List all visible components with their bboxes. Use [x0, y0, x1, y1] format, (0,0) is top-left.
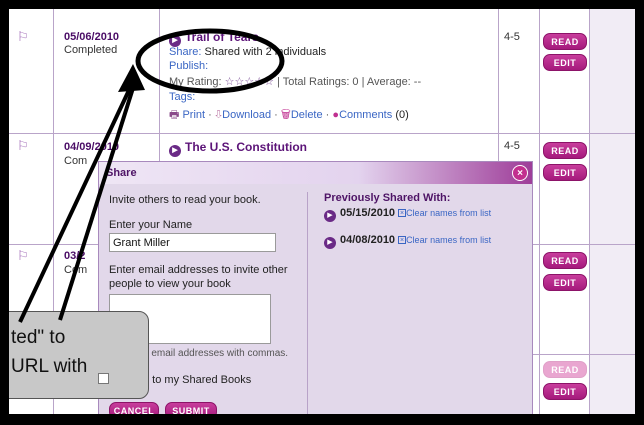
shared-date: 05/15/2010: [340, 207, 396, 219]
play-icon: ▶: [169, 145, 181, 157]
rating-line: My Rating: ☆☆☆☆☆ | Total Ratings: 0 | Av…: [169, 75, 421, 88]
row-status: Com: [64, 264, 88, 276]
dialog-divider: [307, 192, 308, 414]
row-status: Completed: [64, 44, 118, 56]
books-table: ⚐ 05/06/2010 Completed 4-5 ▶ Trail of Tea…: [9, 9, 635, 414]
share-line: Share: Shared with 2 individuals: [169, 46, 326, 58]
play-icon[interactable]: ▶: [324, 237, 336, 249]
star-rating-icons[interactable]: ☆☆☆☆☆: [225, 76, 274, 88]
share-dialog: Share × Invite others to read your book.…: [98, 161, 533, 414]
shared-date: 04/08/2010: [340, 234, 396, 246]
annotation-callout: ted" to URL with: [9, 311, 149, 399]
row-divider: [9, 133, 635, 134]
read-button[interactable]: READ: [543, 361, 587, 378]
comments-link[interactable]: ●Comments: [332, 109, 392, 121]
submit-button[interactable]: SUBMIT: [165, 402, 217, 414]
row-date: 05/06/2010: [64, 31, 120, 43]
comments-count: (0): [395, 109, 409, 121]
previously-shared-title: Previously Shared With:: [324, 192, 451, 204]
row-grade: 4-5: [504, 140, 520, 152]
row-date: 03/2: [64, 250, 86, 262]
email-label-line2: people to view your book: [109, 278, 231, 290]
cancel-button[interactable]: CANCEL: [109, 402, 159, 414]
printer-icon: 🖶: [169, 109, 180, 121]
rating-summary: | Total Ratings: 0 | Average: --: [277, 76, 422, 88]
play-icon[interactable]: ▶: [324, 210, 336, 222]
clear-icon: ×: [398, 209, 407, 217]
delete-link[interactable]: 🗑Delete: [281, 109, 323, 121]
edit-button[interactable]: EDIT: [543, 164, 587, 181]
shared-entry: ▶ 04/08/2010 × Clear names from list: [324, 234, 491, 249]
edit-button[interactable]: EDIT: [543, 383, 587, 400]
print-link[interactable]: 🖶 Print: [169, 109, 205, 121]
add-to-shared-checkbox[interactable]: [98, 373, 109, 384]
flag-icon[interactable]: ⚐: [17, 30, 31, 43]
callout-line: URL with: [11, 356, 88, 377]
read-button[interactable]: READ: [543, 252, 587, 269]
invite-text: Invite others to read your book.: [109, 194, 261, 206]
name-label: Enter your Name: [109, 219, 193, 231]
email-label: Enter email addresses to invite other: [109, 264, 288, 276]
read-button[interactable]: READ: [543, 33, 587, 50]
edit-button[interactable]: EDIT: [543, 54, 587, 71]
dialog-header: Share ×: [99, 162, 532, 184]
share-link[interactable]: Share:: [169, 46, 201, 58]
edit-button[interactable]: EDIT: [543, 274, 587, 291]
row-date: 04/09/2010: [64, 141, 120, 153]
row-grade: 4-5: [504, 31, 520, 43]
callout-line: ted" to: [11, 327, 66, 348]
row-status: Com: [64, 155, 88, 167]
read-button[interactable]: READ: [543, 142, 587, 159]
row-actions: 🖶 Print · ⇩Download · 🗑Delete · ●Comment…: [169, 109, 409, 121]
clear-names-link[interactable]: Clear names from list: [406, 235, 491, 245]
dialog-title: Share: [106, 167, 137, 179]
rating-label: My Rating:: [169, 76, 222, 88]
name-input[interactable]: [109, 233, 276, 252]
clear-names-link[interactable]: Clear names from list: [406, 208, 491, 218]
trash-icon: 🗑: [280, 109, 291, 121]
add-to-shared-label: d to my Shared Books: [143, 374, 252, 386]
share-value: Shared with 2 individuals: [204, 46, 327, 58]
close-icon[interactable]: ×: [512, 165, 528, 181]
email-hint: e email addresses with commas.: [143, 348, 289, 359]
download-link[interactable]: ⇩Download: [215, 109, 271, 121]
publish-link[interactable]: Publish:: [169, 60, 208, 72]
flag-icon[interactable]: ⚐: [17, 139, 31, 152]
shared-entry: ▶ 05/15/2010 × Clear names from list: [324, 207, 491, 222]
tags-link[interactable]: Tags:: [169, 91, 195, 103]
flag-icon[interactable]: ⚐: [17, 249, 31, 262]
book-title-link[interactable]: ▶ Trail of Tears: [169, 30, 259, 47]
book-title-link[interactable]: ▶ The U.S. Constitution: [169, 140, 307, 157]
clear-icon: ×: [398, 236, 407, 244]
